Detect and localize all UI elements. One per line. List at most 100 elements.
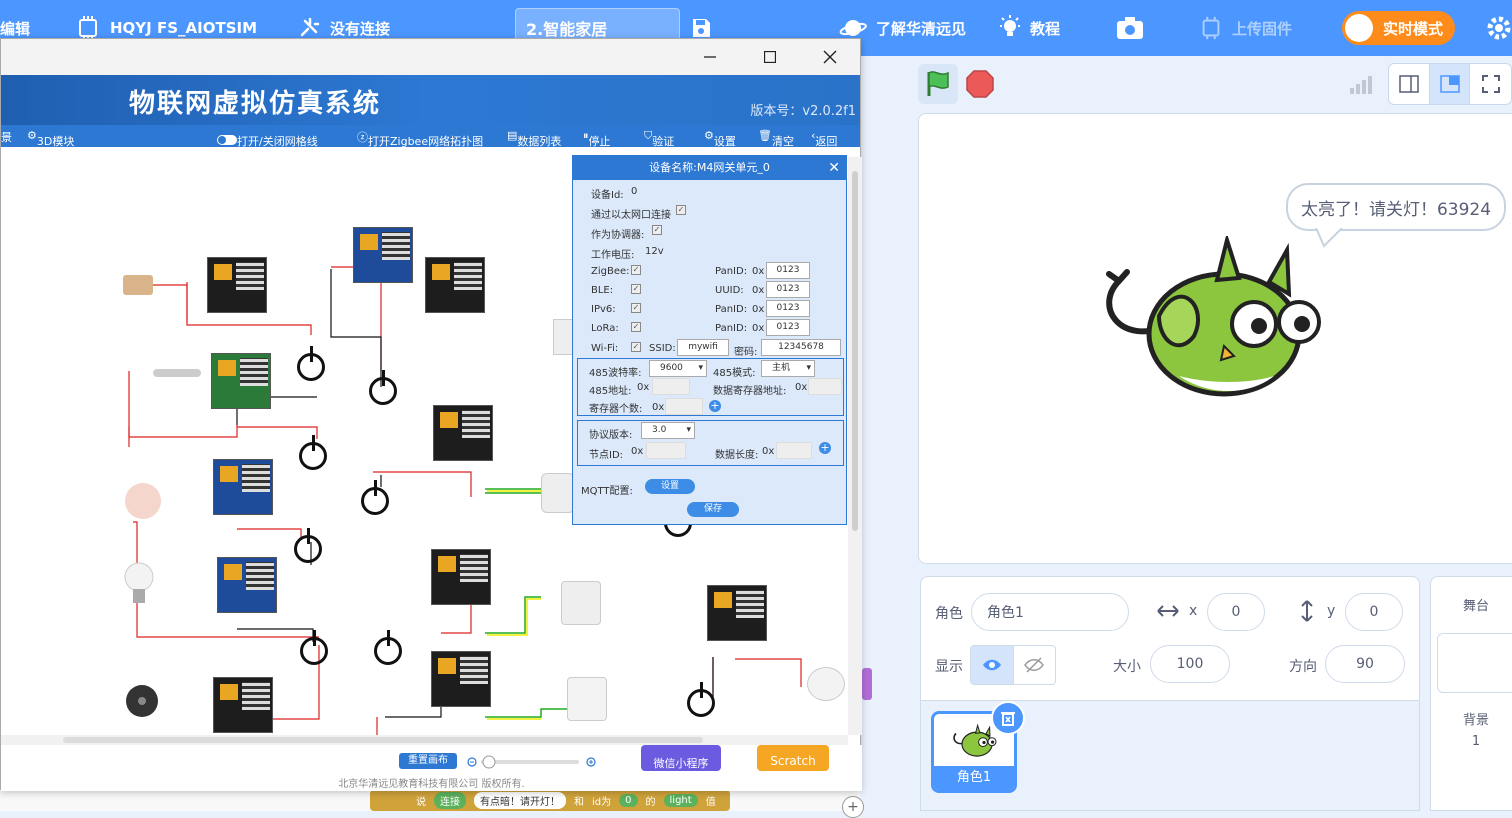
sensor-board[interactable]	[213, 459, 273, 515]
baud-select[interactable]: 9600	[649, 360, 707, 377]
sensor-board[interactable]	[431, 651, 491, 707]
sensor-board[interactable]	[207, 257, 267, 313]
sensor-board[interactable]	[425, 257, 485, 313]
add-data-button[interactable]: +	[819, 442, 831, 454]
sensor-board[interactable]	[707, 585, 767, 641]
toolbar-clear[interactable]: 🗑 清空	[758, 129, 794, 148]
stage-canvas[interactable]: 太亮了！请关灯！63924	[918, 113, 1512, 564]
switch-device[interactable]	[294, 528, 322, 563]
hide-sprite-button[interactable]	[1014, 646, 1056, 684]
mode-select[interactable]: 主机	[761, 360, 815, 377]
tutorial-menu[interactable]: 教程	[998, 0, 1060, 56]
smoke-detector-device[interactable]	[807, 667, 845, 701]
settings-button[interactable]	[1486, 0, 1512, 56]
humidifier-device[interactable]	[125, 483, 161, 519]
zigbee-checkbox[interactable]: ✓	[631, 265, 641, 275]
wechat-miniprogram-button[interactable]: 微信小程序	[641, 745, 721, 771]
toolbar-back[interactable]: ‹ 返回	[811, 129, 837, 148]
toolbar-stop[interactable]: ⏸ 停止	[583, 129, 611, 148]
text-input[interactable]: 有点暗！请开灯！	[474, 792, 566, 809]
password-input[interactable]: 12345678	[761, 339, 841, 356]
toolbar-grid-toggle[interactable]: 打开/关闭网格线	[217, 129, 318, 148]
toolbar-item-partial[interactable]: 景	[1, 129, 12, 145]
vertical-scrollbar[interactable]	[848, 157, 862, 735]
fullscreen-button[interactable]	[1470, 64, 1511, 104]
zoom-in-button[interactable]: +	[842, 796, 864, 818]
minimize-button[interactable]	[687, 39, 733, 75]
toolbar-data-list[interactable]: ▤ 数据列表	[507, 129, 561, 148]
sensor-board[interactable]	[213, 677, 273, 733]
lora-checkbox[interactable]: ✓	[631, 322, 641, 332]
dialog-close-button[interactable]: ✕	[828, 156, 840, 180]
scratch-button[interactable]: Scratch	[757, 745, 829, 771]
zoom-slider[interactable]	[467, 755, 597, 769]
lora-panid-input[interactable]: 0123	[766, 319, 810, 336]
switch-device[interactable]	[374, 630, 402, 665]
mqtt-settings-button[interactable]: 设置	[645, 479, 695, 494]
sensor-board[interactable]	[217, 557, 277, 613]
data-length-input[interactable]	[776, 442, 812, 459]
toolbar-zigbee-topology[interactable]: ⓩ 打开Zigbee网络拓扑图	[357, 129, 483, 148]
stage-target-pane[interactable]: 舞台 背景 1	[1430, 576, 1512, 811]
switch-device[interactable]	[297, 346, 325, 381]
stop-button[interactable]	[960, 64, 1000, 104]
direction-input[interactable]: 90	[1325, 645, 1405, 683]
horizontal-scrollbar[interactable]	[1, 735, 848, 745]
fan-device[interactable]	[123, 683, 161, 719]
y-input[interactable]: 0	[1345, 593, 1403, 631]
switch-device[interactable]	[300, 630, 328, 665]
ipv6-panid-input[interactable]: 0123	[766, 300, 810, 317]
ssid-input[interactable]: mywifi	[677, 339, 729, 356]
vertical-scroll-thumb[interactable]	[852, 171, 858, 531]
toolbar-3d-module[interactable]: ⚙ 3D模块	[27, 129, 74, 148]
id-dropdown[interactable]: 0	[619, 794, 638, 807]
data-register-input[interactable]	[808, 378, 842, 395]
zigbee-panid-input[interactable]: 0123	[766, 262, 810, 279]
size-input[interactable]: 100	[1150, 645, 1230, 683]
screenshot-button[interactable]	[1116, 0, 1144, 56]
toolbar-verify[interactable]: ⛉ 验证	[644, 129, 674, 148]
light-sensor-device[interactable]	[153, 369, 201, 377]
light-switch-device[interactable]	[567, 677, 607, 721]
reset-canvas-button[interactable]: 重置画布	[399, 753, 457, 769]
show-sprite-button[interactable]	[971, 646, 1014, 684]
realtime-mode-toggle[interactable]: 实时模式	[1342, 11, 1455, 45]
protocol-select[interactable]: 3.0	[641, 422, 695, 439]
gateway-board[interactable]	[353, 227, 413, 283]
close-button[interactable]	[807, 39, 853, 75]
lightbulb-device[interactable]	[123, 561, 155, 607]
rs485-addr-input[interactable]	[652, 378, 690, 395]
normal-stage-button[interactable]	[1429, 64, 1471, 104]
switch-device[interactable]	[299, 435, 327, 470]
horizontal-scroll-thumb[interactable]	[63, 737, 703, 743]
switch-device[interactable]	[361, 480, 389, 515]
switch-device[interactable]	[369, 370, 397, 405]
ble-checkbox[interactable]: ✓	[631, 284, 641, 294]
node-id-input[interactable]	[646, 442, 686, 459]
delete-sprite-button[interactable]	[991, 701, 1025, 735]
x-input[interactable]: 0	[1207, 593, 1265, 631]
ble-uuid-input[interactable]: 0123	[766, 281, 810, 298]
co2-sensor-device[interactable]	[541, 473, 575, 513]
switch-device[interactable]	[687, 682, 715, 717]
sprite-name-input[interactable]: 角色1	[971, 593, 1129, 631]
add-register-button[interactable]: +	[709, 400, 721, 412]
small-stage-button[interactable]	[1389, 64, 1430, 104]
say-code-block[interactable]: 说 连接 有点暗！请开灯！ 和 id为 0 的 light 值	[370, 790, 730, 811]
air-quality-sensor-device[interactable]	[561, 581, 601, 625]
coordinator-checkbox[interactable]: ✓	[652, 225, 662, 235]
sensor-board[interactable]	[431, 549, 491, 605]
door-sensor-device[interactable]	[123, 275, 153, 295]
property-dropdown[interactable]: light	[663, 794, 698, 807]
maximize-button[interactable]	[747, 39, 793, 75]
sprite-character[interactable]	[1099, 236, 1329, 401]
join-block[interactable]: 连接	[434, 792, 466, 809]
upload-firmware-button[interactable]: 上传固件	[1198, 0, 1292, 56]
sensor-board[interactable]	[211, 353, 271, 409]
save-config-button[interactable]: 保存	[687, 502, 739, 517]
toolbar-settings[interactable]: ⚙ 设置	[704, 129, 736, 148]
sensor-board[interactable]	[433, 405, 493, 461]
green-flag-button[interactable]	[918, 64, 958, 104]
wifi-checkbox[interactable]: ✓	[631, 342, 641, 352]
register-count-input[interactable]	[665, 398, 703, 415]
